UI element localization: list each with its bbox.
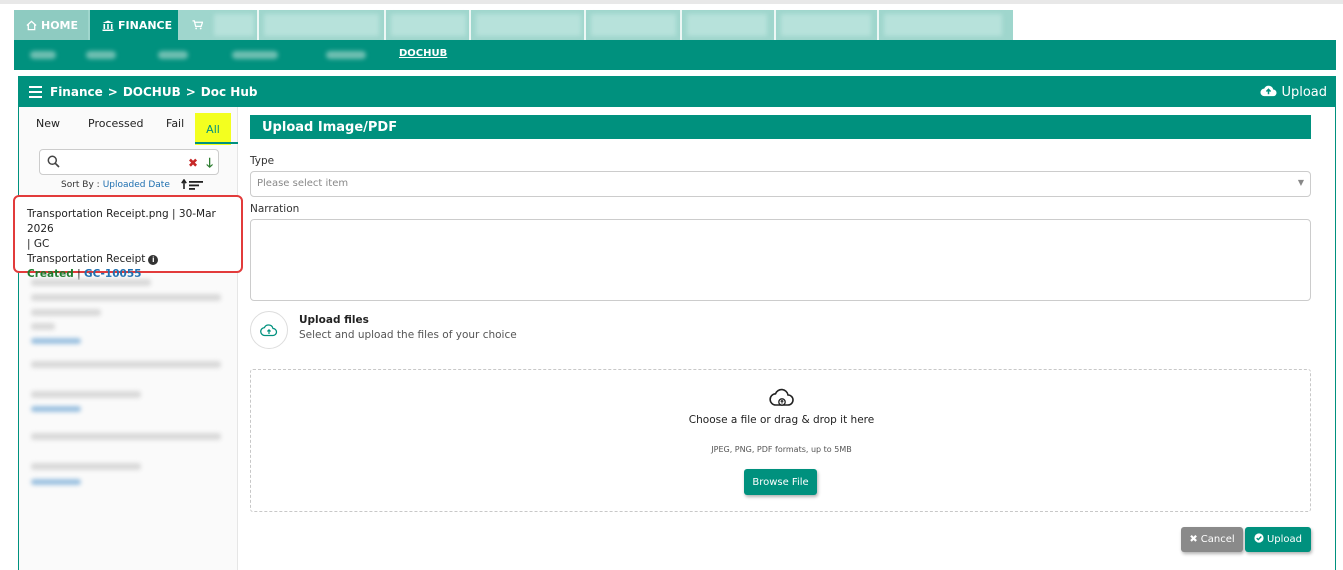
tab-divider [877, 10, 879, 40]
tab-divider [584, 10, 586, 40]
close-icon: ✖ [1189, 534, 1198, 545]
upload-submit-button[interactable]: Upload [1245, 527, 1311, 552]
tab-blurred [781, 14, 871, 36]
document-category: | GC [27, 238, 50, 250]
filter-tab-new[interactable]: New [36, 117, 60, 130]
file-drop-zone[interactable]: Choose a file or drag & drop it here JPE… [250, 369, 1311, 512]
tab-divider [469, 10, 471, 40]
subnav-item-blurred[interactable] [326, 51, 366, 59]
tab-blurred [884, 14, 1002, 36]
module-tab-bar: HOME FINANCE [14, 10, 1013, 40]
document-sidebar: New Processed Fail All ✖ 🡓 Sort By : Upl… [13, 107, 243, 570]
list-item-blurred[interactable] [31, 463, 141, 470]
document-list-item[interactable]: Transportation Receipt.png | 30-Mar 2026… [13, 195, 243, 280]
browse-file-button[interactable]: Browse File [744, 469, 817, 495]
filter-tab-all[interactable]: All [195, 113, 231, 145]
tab-blurred [264, 14, 379, 36]
subnav-item-blurred[interactable] [232, 51, 278, 59]
tab-divider [774, 10, 776, 40]
breadcrumb: Finance > DOCHUB > Doc Hub [50, 85, 257, 99]
type-select-placeholder: Please select item [257, 178, 349, 189]
drop-zone-title: Choose a file or drag & drop it here [688, 414, 875, 426]
header-upload-label: Upload [1281, 85, 1327, 100]
tab-divider [257, 10, 259, 40]
sort-field-link[interactable]: Uploaded Date [103, 180, 170, 190]
tab-finance[interactable]: FINANCE [90, 10, 178, 40]
top-divider [0, 0, 1343, 4]
status-filter-tabs: New Processed Fail All [19, 107, 238, 145]
upload-button-label: Upload [1266, 534, 1303, 545]
tab-home-label: HOME [41, 18, 79, 32]
upload-files-title: Upload files [299, 314, 369, 326]
cloud-upload-icon [1260, 84, 1277, 101]
breadcrumb-finance[interactable]: Finance [50, 85, 103, 99]
clear-search-icon[interactable]: ✖ [188, 156, 198, 170]
tab-blurred [476, 14, 581, 36]
bank-icon [102, 20, 114, 31]
breadcrumb-dochub[interactable]: DOCHUB [123, 85, 181, 99]
sort-by: Sort By : Uploaded Date [61, 179, 205, 190]
chevron-down-icon: ▼ [1297, 178, 1304, 187]
list-item-blurred[interactable] [31, 279, 151, 286]
tab-divider [384, 10, 386, 40]
active-tab-indicator [195, 142, 238, 144]
upload-files-subtitle: Select and upload the files of your choi… [299, 329, 517, 341]
narration-label: Narration [250, 203, 300, 215]
tab-divider [680, 10, 682, 40]
document-type: Transportation Receipt [27, 253, 146, 265]
subnav-item-blurred[interactable] [158, 51, 188, 59]
document-filename-date: Transportation Receipt.png | 30-Mar 2026 [27, 208, 216, 235]
list-item-blurred[interactable] [31, 309, 101, 316]
tab-blurred [591, 14, 676, 36]
list-item-blurred[interactable] [31, 361, 221, 368]
drop-zone-formats: JPEG, PNG, PDF formats, up to 5MB [711, 445, 852, 454]
cloud-upload-icon [769, 386, 795, 411]
cart-icon [192, 20, 203, 30]
menu-icon[interactable] [29, 86, 42, 98]
tab-finance-label: FINANCE [118, 18, 173, 32]
panel-header: Finance > DOCHUB > Doc Hub Upload [19, 77, 1335, 107]
sort-direction-icon[interactable] [181, 179, 205, 190]
sub-navigation: DOCHUB [14, 40, 1336, 70]
tab-blurred [214, 14, 254, 36]
list-item-blurred[interactable] [31, 433, 221, 440]
document-type-row: Transportation Receipt i [27, 252, 241, 267]
tab-home[interactable]: HOME [14, 10, 88, 40]
list-item-blurred[interactable] [31, 323, 55, 330]
upload-files-icon [250, 311, 288, 349]
check-circle-icon [1254, 533, 1264, 546]
filter-tab-processed[interactable]: Processed [88, 117, 143, 130]
search-icon [47, 155, 60, 171]
list-item-blurred-link[interactable] [31, 406, 81, 412]
list-item-blurred[interactable] [31, 294, 221, 301]
cancel-button[interactable]: ✖ Cancel [1181, 527, 1243, 552]
cancel-button-label: Cancel [1200, 534, 1235, 545]
type-select[interactable]: Please select item ▼ [250, 171, 1311, 197]
list-item-blurred-link[interactable] [31, 338, 81, 344]
tab-blurred [687, 14, 767, 36]
list-item-blurred-link[interactable] [31, 479, 81, 485]
tab-blurred [391, 14, 466, 36]
home-icon [26, 20, 37, 31]
arrow-down-icon[interactable]: 🡓 [206, 154, 213, 176]
breadcrumb-separator: > [185, 85, 196, 99]
subnav-item-blurred[interactable] [30, 51, 56, 59]
subnav-item-dochub[interactable]: DOCHUB [399, 48, 447, 59]
subnav-item-blurred[interactable] [86, 51, 116, 59]
upload-form-title: Upload Image/PDF [250, 115, 1311, 139]
filter-tab-fail[interactable]: Fail [166, 117, 184, 130]
type-label: Type [250, 155, 275, 167]
doc-hub-panel: Finance > DOCHUB > Doc Hub Upload New Pr… [13, 76, 1336, 570]
breadcrumb-separator: > [107, 85, 118, 99]
list-item-blurred[interactable] [31, 391, 141, 398]
header-upload-button[interactable]: Upload [1260, 84, 1327, 101]
search-input[interactable]: ✖ 🡓 [39, 149, 219, 175]
narration-textarea[interactable] [250, 219, 1311, 301]
info-icon[interactable]: i [148, 255, 159, 265]
breadcrumb-doc-hub: Doc Hub [200, 85, 258, 99]
sort-by-label: Sort By : [61, 179, 100, 190]
